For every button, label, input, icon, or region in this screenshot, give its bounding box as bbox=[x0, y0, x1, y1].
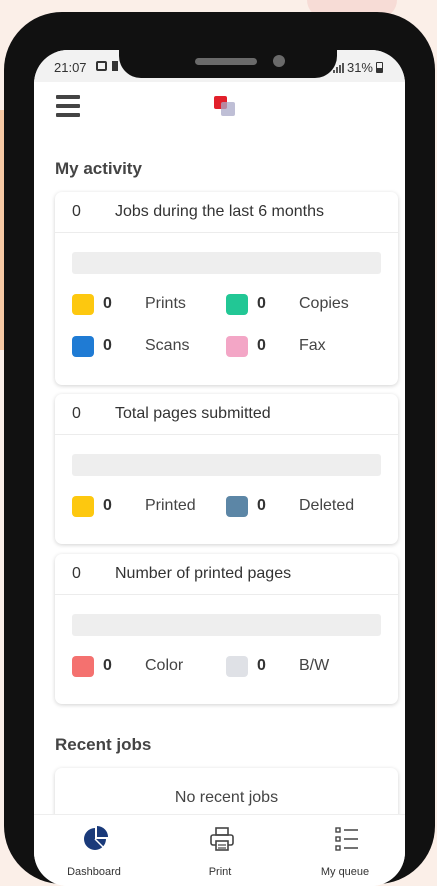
dashboard-content[interactable]: My activity 0 Jobs during the last 6 mon… bbox=[34, 132, 405, 814]
legend-row: 0 Prints 0 Copies bbox=[55, 293, 398, 315]
recent-jobs-card: No recent jobs bbox=[55, 768, 398, 814]
camera-notch bbox=[119, 50, 337, 78]
legend-fax: 0 Fax bbox=[226, 335, 380, 357]
legend-bw: 0 B/W bbox=[226, 655, 380, 677]
prints-swatch bbox=[72, 293, 94, 315]
pages-submitted-card: 0 Total pages submitted 0 Printed 0 Dele… bbox=[55, 394, 398, 544]
color-swatch bbox=[72, 655, 94, 677]
nav-my-queue-label: My queue bbox=[320, 866, 370, 878]
scans-label: Scans bbox=[145, 337, 190, 354]
legend-scans: 0 Scans bbox=[72, 335, 226, 357]
fax-count: 0 bbox=[257, 337, 266, 354]
nav-print[interactable]: Print bbox=[160, 815, 280, 886]
card-header: 0 Jobs during the last 6 months bbox=[55, 192, 398, 233]
legend-deleted: 0 Deleted bbox=[226, 495, 380, 517]
copies-count: 0 bbox=[257, 295, 266, 312]
deleted-label: Deleted bbox=[299, 497, 355, 514]
bottom-navigation: Dashboard Print My queue bbox=[34, 814, 405, 886]
legend-row: 0 Printed 0 Deleted bbox=[55, 495, 398, 517]
bw-label: B/W bbox=[299, 657, 330, 674]
color-label: Color bbox=[145, 657, 184, 674]
card-title: Number of printed pages bbox=[115, 565, 292, 582]
printed-label: Printed bbox=[145, 497, 196, 514]
scans-count: 0 bbox=[103, 337, 112, 354]
legend-color: 0 Color bbox=[72, 655, 226, 677]
bw-count: 0 bbox=[257, 657, 266, 674]
nav-my-queue[interactable]: My queue bbox=[285, 815, 405, 886]
legend-row: 0 Color 0 B/W bbox=[55, 655, 398, 677]
card-header: 0 Number of printed pages bbox=[55, 554, 398, 595]
card-count: 0 bbox=[72, 203, 81, 220]
printer-icon bbox=[210, 827, 234, 851]
my-activity-title: My activity bbox=[55, 159, 142, 178]
speaker-grille bbox=[195, 58, 257, 65]
copies-swatch bbox=[226, 293, 248, 315]
notification-icon bbox=[112, 61, 118, 71]
nav-print-label: Print bbox=[208, 866, 232, 878]
battery-percent: 31% bbox=[346, 60, 373, 75]
printed-pages-card: 0 Number of printed pages 0 Color 0 B/W bbox=[55, 554, 398, 704]
status-indicators: 31% bbox=[332, 60, 383, 75]
recent-jobs-title: Recent jobs bbox=[55, 735, 152, 754]
phone-screen: 21:07 31% My activity 0 Jobs during the … bbox=[34, 50, 405, 886]
legend-copies: 0 Copies bbox=[226, 293, 380, 315]
status-time: 21:07 bbox=[54, 60, 87, 75]
printed-swatch bbox=[72, 495, 94, 517]
fax-label: Fax bbox=[299, 337, 326, 354]
queue-list-icon bbox=[335, 827, 358, 851]
card-count: 0 bbox=[72, 565, 81, 582]
card-title: Total pages submitted bbox=[115, 405, 271, 422]
legend-prints: 0 Prints bbox=[72, 293, 226, 315]
card-count: 0 bbox=[72, 405, 81, 422]
card-header: 0 Total pages submitted bbox=[55, 394, 398, 435]
prints-count: 0 bbox=[103, 295, 112, 312]
front-camera bbox=[273, 55, 285, 67]
legend-printed: 0 Printed bbox=[72, 495, 226, 517]
app-logo bbox=[214, 96, 238, 118]
legend-row: 0 Scans 0 Fax bbox=[55, 335, 398, 357]
copies-label: Copies bbox=[299, 295, 349, 312]
fax-swatch bbox=[226, 335, 248, 357]
phone-frame: 21:07 31% My activity 0 Jobs during the … bbox=[4, 12, 435, 886]
hamburger-menu-icon[interactable] bbox=[56, 95, 80, 117]
color-count: 0 bbox=[103, 657, 112, 674]
empty-state-text: No recent jobs bbox=[174, 789, 279, 806]
nav-dashboard-label: Dashboard bbox=[67, 866, 121, 878]
battery-icon bbox=[376, 62, 383, 73]
nav-dashboard[interactable]: Dashboard bbox=[34, 815, 154, 886]
card-title: Jobs during the last 6 months bbox=[115, 203, 325, 220]
prints-label: Prints bbox=[145, 295, 186, 312]
bw-swatch bbox=[226, 655, 248, 677]
jobs-card: 0 Jobs during the last 6 months 0 Prints… bbox=[55, 192, 398, 385]
printed-pages-progress-bar bbox=[72, 614, 381, 636]
gallery-notification-icon bbox=[96, 61, 107, 71]
printed-count: 0 bbox=[103, 497, 112, 514]
deleted-swatch bbox=[226, 495, 248, 517]
pie-chart-icon bbox=[84, 826, 108, 850]
jobs-progress-bar bbox=[72, 252, 381, 274]
deleted-count: 0 bbox=[257, 497, 266, 514]
pages-progress-bar bbox=[72, 454, 381, 476]
app-bar bbox=[34, 82, 405, 132]
scans-swatch bbox=[72, 335, 94, 357]
